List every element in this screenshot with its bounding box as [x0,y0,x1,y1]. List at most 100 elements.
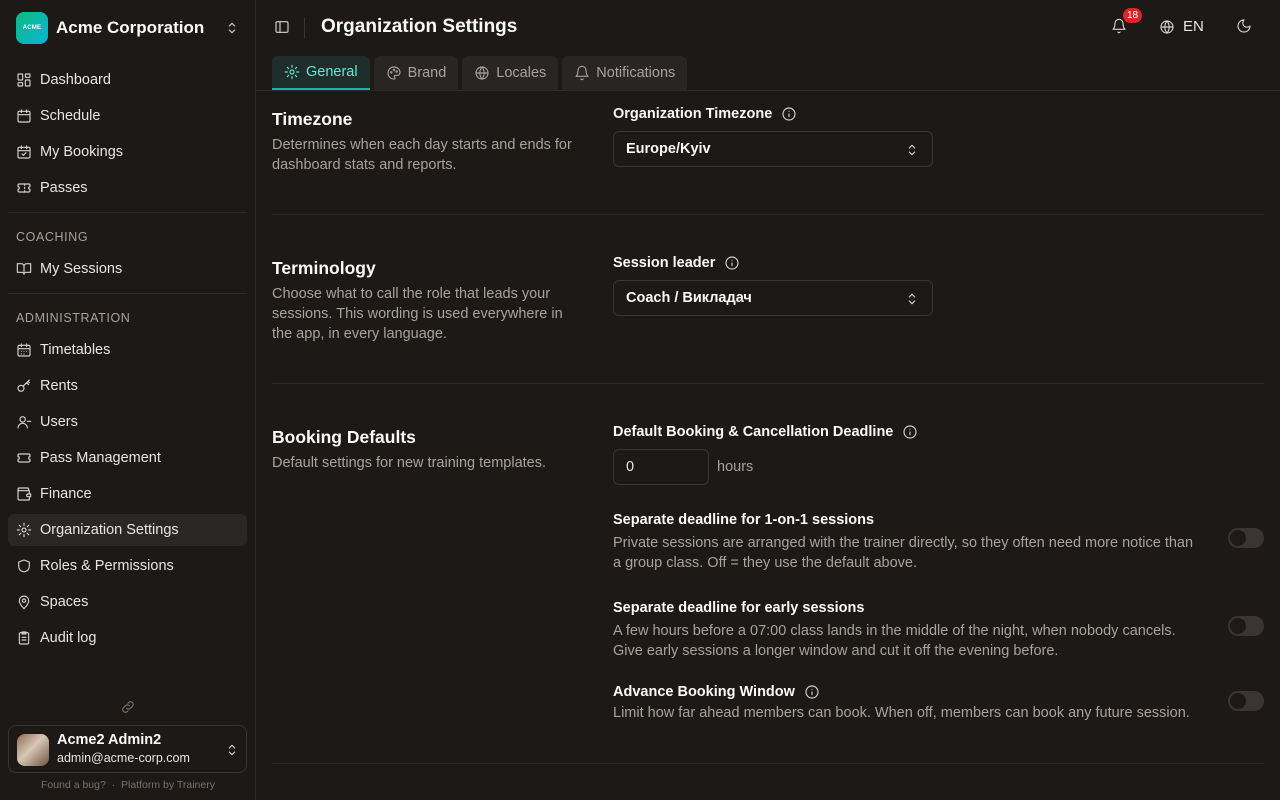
shield-icon [18,559,30,573]
sidebar-divider [8,212,247,213]
user-menu[interactable]: Acme2 Admin2 admin@acme-corp.com [8,725,247,773]
option-title-advance-booking: Advance Booking Window [613,684,820,700]
gear-icon [16,522,32,538]
link-icon[interactable] [120,699,136,715]
option-description-early-sessions: A few hours before a 07:00 class lands i… [613,623,1176,659]
sidebar-item-label: Audit log [40,630,97,646]
platform-link[interactable]: Platform by Trainery [121,779,215,791]
section-header-coaching: COACHING [16,230,89,244]
sidebar-item-label: Rents [40,378,78,394]
info-icon[interactable] [724,255,740,271]
toggle-knob [1230,618,1246,634]
notification-badge: 18 [1123,8,1143,23]
book-open-icon [16,263,32,275]
sidebar-item-my-bookings[interactable]: My Bookings [8,136,247,168]
advance-booking-toggle[interactable] [1228,691,1264,711]
sidebar-item-dashboard[interactable]: Dashboard [8,64,247,96]
language-label: EN [1183,18,1204,35]
org-logo: ACME [16,12,48,44]
sidebar-item-label: Dashboard [40,72,111,88]
sidebar: ACME Acme Corporation Dashboard Schedule… [0,0,256,800]
field-label-session-leader: Session leader [613,255,740,271]
tabs-divider [256,90,1280,91]
chevrons-up-down-icon [908,293,916,305]
tab-brand[interactable]: Brand [373,56,459,90]
globe-icon [475,66,489,80]
sidebar-item-pass-management[interactable]: Pass Management [8,442,247,474]
sidebar-item-label: My Sessions [40,261,123,277]
sidebar-item-roles-permissions[interactable]: Roles & Permissions [8,550,247,582]
timezone-select[interactable]: Europe/Kyiv [613,131,933,167]
session-leader-select[interactable]: Coach / Викладач [613,280,933,316]
deadline-unit: hours [717,459,754,475]
tab-notifications[interactable]: Notifications [562,56,688,90]
sidebar-item-label: Pass Management [40,450,161,466]
calendar-icon [17,109,31,123]
palette-icon [387,66,401,80]
info-icon[interactable] [804,684,820,700]
org-name: Acme Corporation [56,18,205,37]
sidebar-item-audit-log[interactable]: Audit log [8,622,247,654]
calendar-days-icon [17,343,31,357]
sidebar-item-spaces[interactable]: Spaces [8,586,247,618]
section-title-terminology: Terminology [272,258,376,278]
header-divider [304,18,305,38]
sidebar-item-schedule[interactable]: Schedule [8,100,247,132]
bell-icon [575,65,589,81]
select-value: Europe/Kyiv [626,141,711,157]
field-label-text: Session leader [613,255,716,271]
map-pin-icon [18,595,30,610]
option-title-early-sessions: Separate deadline for early sessions [613,600,865,616]
globe-icon [1160,19,1174,34]
sidebar-toggle-icon[interactable] [274,19,290,35]
sidebar-item-label: My Bookings [40,144,124,160]
field-label-timezone: Organization Timezone [613,106,797,122]
field-label-text: Organization Timezone [613,106,773,122]
user-email: admin@acme-corp.com [57,751,190,765]
field-label-deadline: Default Booking & Cancellation Deadline [613,424,918,440]
key-icon [17,379,30,392]
sidebar-item-label: Spaces [40,594,89,610]
top-header: Organization Settings 18 EN [256,0,1280,56]
deadline-hours-input[interactable] [613,449,709,485]
sidebar-item-label: Organization Settings [40,522,179,538]
sidebar-item-timetables[interactable]: Timetables [8,334,247,366]
tab-label: Brand [407,65,447,81]
section-divider [272,763,1264,764]
section-divider [272,383,1264,384]
option-description-advance-booking: Limit how far ahead members can book. Wh… [613,705,1190,721]
language-switcher[interactable]: EN [1159,18,1204,35]
sidebar-item-label: Finance [40,486,92,502]
tab-locales[interactable]: Locales [462,56,559,90]
footer-separator: · [111,779,116,791]
info-icon[interactable] [781,106,797,122]
org-switcher[interactable]: ACME Acme Corporation [8,8,248,48]
chevrons-up-down-icon [228,744,236,756]
report-bug-link[interactable]: Found a bug? [41,779,106,791]
sidebar-item-passes[interactable]: Passes [8,172,247,204]
section-title-timezone: Timezone [272,109,353,129]
avatar [17,734,49,766]
moon-icon[interactable] [1236,18,1252,34]
user-name: Acme2 Admin2 [57,732,162,748]
tab-label: Locales [496,65,547,81]
sidebar-item-label: Passes [40,180,88,196]
option-title-text: Advance Booking Window [613,684,795,700]
sidebar-item-my-sessions[interactable]: My Sessions [8,253,247,285]
wallet-icon [17,487,32,501]
dashboard-icon [17,73,31,87]
early-sessions-deadline-toggle[interactable] [1228,616,1264,636]
section-header-administration: ADMINISTRATION [16,311,131,325]
sidebar-item-rents[interactable]: Rents [8,370,247,402]
section-description-terminology: Choose what to call the role that leads … [272,286,563,342]
tab-general[interactable]: General [272,56,370,90]
info-icon[interactable] [902,424,918,440]
tab-label: Notifications [596,65,676,81]
user-icon [17,416,32,429]
sidebar-item-finance[interactable]: Finance [8,478,247,510]
chevrons-up-down-icon [228,22,236,34]
sidebar-item-users[interactable]: Users [8,406,247,438]
one-on-one-deadline-toggle[interactable] [1228,528,1264,548]
calendar-check-icon [17,145,31,159]
sidebar-item-organization-settings[interactable]: Organization Settings [8,514,247,546]
